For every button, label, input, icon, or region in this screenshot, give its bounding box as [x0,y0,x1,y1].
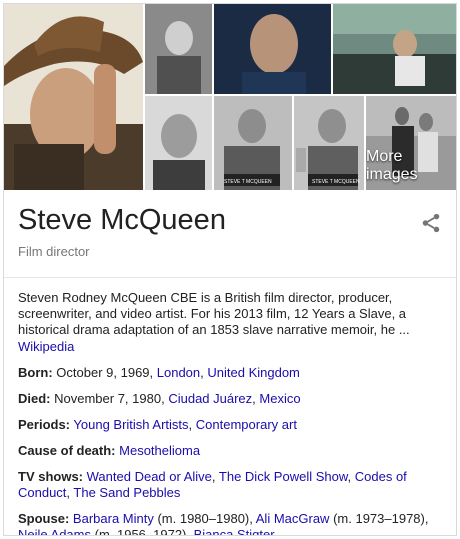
fact-link[interactable]: Ali MacGraw [256,511,330,526]
fact-link[interactable]: Wanted Dead or Alive [87,469,212,484]
fact-born: Born: October 9, 1969, London, United Ki… [18,365,300,380]
fact-link[interactable]: United Kingdom [207,365,300,380]
fact-label: Died: [18,391,51,406]
thumb-photo[interactable] [333,4,456,94]
fact-value: (m. 1973–1978) [333,511,425,526]
description: Steven Rodney McQueen CBE is a British f… [18,290,446,355]
fact-value: November 7, 1980, [54,391,165,406]
fact-link[interactable]: Ciudad Juárez [168,391,252,406]
fact-link[interactable]: Mexico [259,391,300,406]
fact-link[interactable]: Contemporary art [196,417,297,432]
knowledge-panel: STEVE T MCQUEEN STEVE T MCQUEEN More ima… [3,3,457,536]
fact-link[interactable]: Mesothelioma [119,443,200,458]
thumb-photo[interactable] [145,96,212,190]
mugshot-caption: STEVE T MCQUEEN [312,179,360,185]
mugshot-caption: STEVE T MCQUEEN [224,179,272,185]
thumb-photo[interactable]: STEVE T MCQUEEN [214,96,292,190]
fact-spouse: Spouse: Barbara Minty (m. 1980–1980), Al… [18,511,446,536]
fact-link[interactable]: The Sand Pebbles [73,485,180,500]
fact-value: October 9, 1969, [56,365,154,380]
thumb-photo[interactable] [145,4,212,94]
fact-periods: Periods: Young British Artists, Contempo… [18,417,297,432]
title-block: Steve McQueen Film director [18,202,446,270]
divider [4,277,456,278]
fact-label: Cause of death: [18,443,116,458]
fact-link[interactable]: The Dick Powell Show [219,469,348,484]
fact-link[interactable]: Neile Adams [18,527,91,535]
entity-subtitle: Film director [18,244,90,259]
image-gallery: STEVE T MCQUEEN STEVE T MCQUEEN More ima… [4,4,456,190]
fact-label: TV shows: [18,469,84,484]
fact-label: Periods: [18,417,71,432]
fact-died: Died: November 7, 1980, Ciudad Juárez, M… [18,391,301,406]
thumb-photo[interactable] [214,4,331,94]
fact-link[interactable]: Barbara Minty [73,511,154,526]
entity-title: Steve McQueen [18,204,226,236]
fact-value: (m. 1956–1972) [94,527,187,536]
fact-label: Spouse: [18,511,70,526]
main-photo[interactable] [4,4,143,190]
description-text: Steven Rodney McQueen CBE is a British f… [18,290,410,337]
fact-tv-shows: TV shows: Wanted Dead or Alive, The Dick… [18,469,407,500]
fact-link[interactable]: Young British Artists [73,417,188,432]
share-icon[interactable] [420,212,442,234]
fact-link[interactable]: Bianca Stigter [194,527,275,535]
fact-cause-of-death: Cause of death: Mesothelioma [18,443,446,459]
fact-value: (m. 1980–1980) [157,511,250,526]
panel-content: Steven Rodney McQueen CBE is a British f… [18,290,446,536]
fact-label: Born: [18,365,53,380]
fact-link[interactable]: London [157,365,200,380]
more-images-link[interactable]: More images [366,148,452,184]
thumb-photo[interactable]: STEVE T MCQUEEN [294,96,364,190]
wikipedia-link[interactable]: Wikipedia [18,339,74,355]
thumb-photo[interactable]: More images [366,96,456,190]
